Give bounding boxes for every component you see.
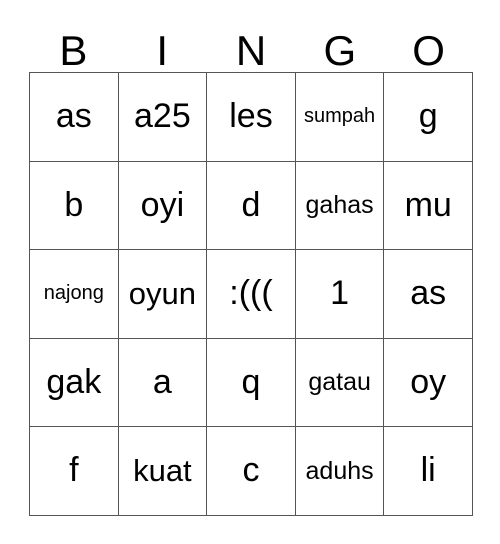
bingo-grid: as a25 les sumpah g b oyi d gahas mu naj… xyxy=(29,72,473,516)
bingo-cell-label: gak xyxy=(46,362,102,401)
bingo-cell[interactable]: gatau xyxy=(295,338,385,428)
bingo-cell[interactable]: aduhs xyxy=(295,427,385,516)
bingo-cell-label: q xyxy=(241,362,261,401)
header-letter: O xyxy=(412,27,445,74)
bingo-cell-label: as xyxy=(55,96,92,135)
bingo-cell-label: najong xyxy=(43,282,104,305)
bingo-cell[interactable]: q xyxy=(207,338,296,428)
bingo-cell[interactable]: f xyxy=(30,427,119,516)
bingo-cell-label: li xyxy=(420,451,436,490)
bingo-cell[interactable]: d xyxy=(207,161,296,251)
bingo-cell[interactable]: gak xyxy=(30,338,119,428)
header-letter: N xyxy=(235,27,267,74)
bingo-cell-label: d xyxy=(241,185,261,224)
bingo-cell-label: 1 xyxy=(330,274,350,313)
bingo-header-row: B I N G O xyxy=(29,18,473,72)
header-letter: B xyxy=(59,27,88,74)
bingo-header-letter-o: O xyxy=(384,18,473,72)
bingo-header-letter-n: N xyxy=(207,18,296,72)
bingo-cell-label: gahas xyxy=(305,191,374,220)
header-letter: G xyxy=(323,27,357,74)
bingo-cell-label: b xyxy=(64,185,84,224)
bingo-cell[interactable]: les xyxy=(207,73,296,162)
bingo-cell-label: as xyxy=(410,274,447,313)
bingo-cell-label: :((( xyxy=(229,274,273,313)
bingo-cell[interactable]: a25 xyxy=(118,73,208,162)
bingo-cell-label: oyi xyxy=(140,185,185,224)
bingo-cell-label: oy xyxy=(410,362,447,401)
bingo-cell-label: a xyxy=(152,362,172,401)
bingo-cell[interactable]: as xyxy=(30,73,119,162)
bingo-cell[interactable]: g xyxy=(384,73,473,162)
bingo-header-letter-i: I xyxy=(118,18,207,72)
bingo-cell[interactable]: oyun xyxy=(118,250,208,339)
bingo-cell[interactable]: 1 xyxy=(295,250,385,339)
bingo-cell-label: a25 xyxy=(134,96,191,135)
bingo-cell[interactable]: as xyxy=(384,250,473,339)
bingo-header-letter-b: B xyxy=(29,18,118,72)
bingo-cell[interactable]: li xyxy=(384,427,473,516)
bingo-cell[interactable]: oy xyxy=(384,338,473,428)
bingo-card: B I N G O as a25 les sumpah g b oyi d ga… xyxy=(0,0,500,544)
bingo-cell[interactable]: sumpah xyxy=(295,73,385,162)
bingo-cell-label: g xyxy=(418,96,438,135)
bingo-cell[interactable]: najong xyxy=(30,250,119,339)
bingo-cell-label: les xyxy=(229,96,273,135)
bingo-cell[interactable]: mu xyxy=(384,161,473,251)
bingo-cell[interactable]: gahas xyxy=(295,161,385,251)
bingo-cell-label: c xyxy=(242,451,260,490)
bingo-cell[interactable]: :((( xyxy=(207,250,296,339)
bingo-cell-label: mu xyxy=(404,185,452,224)
bingo-cell-label: gatau xyxy=(308,368,371,397)
bingo-header-letter-g: G xyxy=(295,18,384,72)
bingo-cell[interactable]: a xyxy=(118,338,208,428)
bingo-cell[interactable]: oyi xyxy=(118,161,208,251)
bingo-cell-label: sumpah xyxy=(304,105,376,128)
bingo-cell[interactable]: kuat xyxy=(118,427,208,516)
header-letter: I xyxy=(156,27,169,74)
bingo-cell-label: aduhs xyxy=(305,457,374,486)
bingo-cell-label: oyun xyxy=(128,275,196,311)
bingo-cell-label: kuat xyxy=(133,452,192,488)
bingo-cell[interactable]: c xyxy=(207,427,296,516)
bingo-cell[interactable]: b xyxy=(30,161,119,251)
bingo-cell-label: f xyxy=(69,451,79,490)
